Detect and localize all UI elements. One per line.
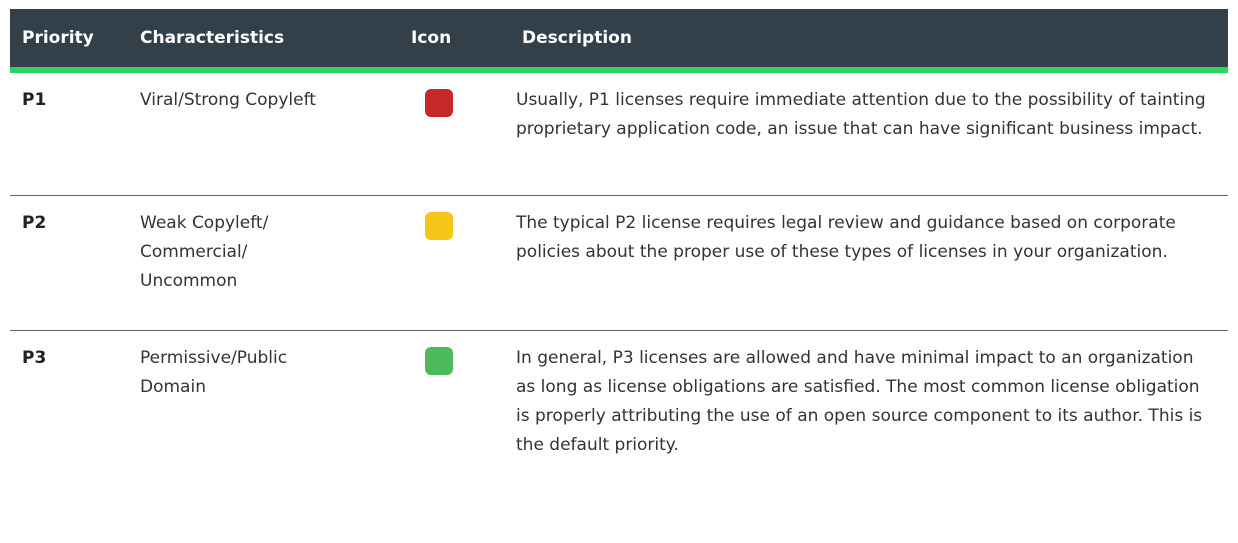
table-row: P1 Viral/Strong Copyleft Usually, P1 lic… [10,70,1228,196]
header-priority: Priority [10,9,128,73]
license-priority-table: Priority Characteristics Icon Descriptio… [10,9,1228,474]
characteristics-line: Domain [140,376,206,397]
red-square-icon [425,89,453,117]
yellow-square-icon [425,211,453,240]
characteristics-line: Uncommon [140,270,238,291]
green-square-icon [425,346,453,375]
characteristics-line: Weak Copyleft/ [140,212,269,233]
header-characteristics: Characteristics [128,9,406,73]
characteristics-line: Permissive/Public [140,347,288,368]
priority-cell: P3 [22,347,47,368]
table-row: P2 Weak Copyleft/ Commercial/ Uncommon T… [10,195,1228,331]
table-body: P1 Viral/Strong Copyleft Usually, P1 lic… [10,70,1228,474]
characteristics-cell: Permissive/Public Domain [128,330,406,474]
icon-cell [406,330,510,474]
header-icon: Icon [406,9,510,73]
description-cell: Usually, P1 licenses require immediate a… [510,70,1228,196]
priority-cell: P2 [10,195,128,331]
description-cell: In general, P3 licenses are allowed and … [516,347,1203,455]
icon-cell [406,70,510,196]
characteristics-cell: Viral/Strong Copyleft [128,70,406,196]
header-row: Priority Characteristics Icon Descriptio… [10,9,1228,73]
license-priority-table-wrapper: Priority Characteristics Icon Descriptio… [10,9,1228,474]
header-description: Description [510,9,1228,73]
description-cell: The typical P2 license requires legal re… [510,195,1228,331]
characteristics-cell: Weak Copyleft/ Commercial/ Uncommon [128,195,406,331]
characteristics-line: Commercial/ [140,241,248,262]
table-header: Priority Characteristics Icon Descriptio… [10,9,1228,73]
icon-cell [406,195,510,331]
table-row: P3 Permissive/Public Domain In general, … [10,330,1228,474]
priority-cell: P1 [10,70,128,196]
